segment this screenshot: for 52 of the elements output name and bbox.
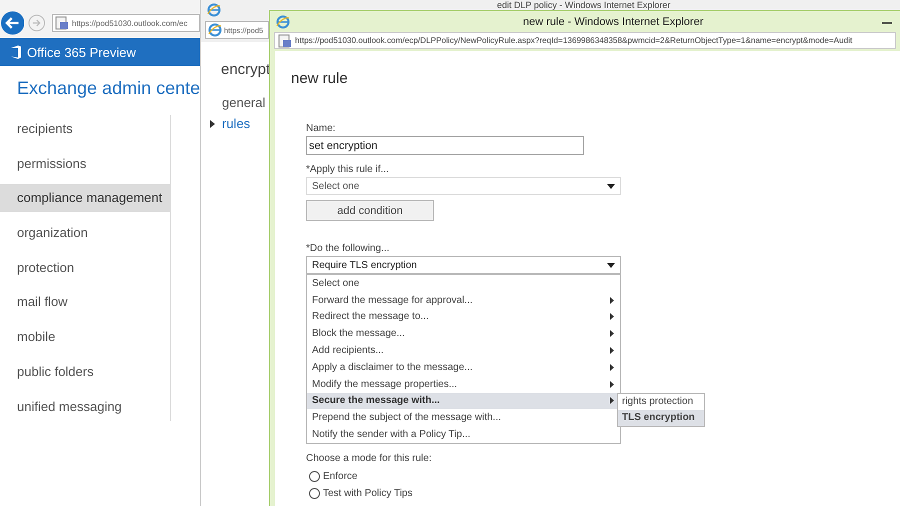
- nav-item[interactable]: unified messaging: [0, 392, 170, 420]
- nav-item[interactable]: public folders: [0, 358, 170, 386]
- page-icon: [54, 16, 69, 30]
- dropdown-option[interactable]: Modify the message properties...: [307, 376, 620, 393]
- dropdown-option[interactable]: Secure the message with...: [307, 392, 620, 410]
- ie-icon: [208, 23, 222, 37]
- nav-item[interactable]: mail flow: [0, 288, 170, 316]
- field-label: *Apply this rule if...: [306, 164, 390, 177]
- address-field[interactable]: https://pod51030.outlook.com/ec: [52, 14, 200, 32]
- action-dropdown[interactable]: Require TLS encryption: [306, 256, 621, 274]
- section-link[interactable]: rules: [222, 116, 250, 131]
- radio-button[interactable]: [309, 488, 320, 499]
- dropdown-caret-icon: [607, 184, 615, 188]
- ie-icon: [276, 14, 290, 28]
- page-heading: encrypt: [220, 60, 269, 80]
- ie-icon: [207, 3, 221, 17]
- dropdown-option[interactable]: Block the message...: [307, 325, 620, 342]
- window-title: edit DLP policy - Windows Internet Explorer: [497, 0, 670, 10]
- page-heading: Exchange admin cente: [16, 77, 200, 100]
- radio-button[interactable]: [309, 470, 320, 482]
- field-label: Name:: [306, 123, 336, 136]
- brand-title: Office 365 Preview: [27, 44, 136, 60]
- nav-item[interactable]: compliance management: [0, 184, 170, 212]
- dropdown-option[interactable]: Apply a disclaimer to the message...: [307, 358, 620, 376]
- section-link[interactable]: general: [222, 95, 266, 110]
- radio-label: Enforce: [323, 470, 358, 482]
- address-field[interactable]: https://pod51030.outlook.com/ecp/DLPPolicy/NewPolicyRule.aspx?reqId=1369986348358&pwmcid=2&ReturnObjectType=1&name=encrypt&mode=Audit: [274, 32, 896, 49]
- triangle-icon: [210, 120, 215, 128]
- nav-item[interactable]: organization: [0, 219, 170, 248]
- name-field[interactable]: set encryption: [306, 136, 584, 155]
- submenu-option[interactable]: rights protection: [618, 394, 704, 410]
- condition-dropdown[interactable]: Select one: [306, 177, 621, 195]
- field-label: *Do the following...: [306, 243, 390, 256]
- submenu-option[interactable]: TLS encryption: [618, 410, 704, 426]
- nav-item[interactable]: recipients: [0, 115, 170, 143]
- page-icon: [278, 34, 292, 48]
- field-label: Choose a mode for this rule:: [306, 452, 433, 466]
- dropdown-caret-icon: [607, 262, 615, 268]
- dropdown-option[interactable]: Select one: [307, 275, 620, 292]
- dropdown-option[interactable]: Forward the message for approval...: [307, 292, 620, 309]
- nav-item[interactable]: mobile: [0, 323, 170, 352]
- nav-item[interactable]: protection: [0, 254, 170, 282]
- dropdown-option[interactable]: Notify the sender with a Policy Tip...: [307, 426, 620, 443]
- radio-label: Test with Policy Tips: [323, 488, 412, 499]
- dropdown-option[interactable]: Redirect the message to...: [307, 308, 620, 326]
- dialog-heading: new rule: [290, 69, 349, 89]
- office-logo-icon: [10, 44, 22, 60]
- nav-item[interactable]: permissions: [0, 150, 170, 178]
- add-condition-button[interactable]: add condition: [306, 200, 434, 221]
- dropdown-option[interactable]: Add recipients...: [307, 342, 620, 359]
- dropdown-option[interactable]: Prepend the subject of the message with...: [307, 409, 620, 426]
- window-title: new rule - Windows Internet Explorer: [523, 16, 704, 28]
